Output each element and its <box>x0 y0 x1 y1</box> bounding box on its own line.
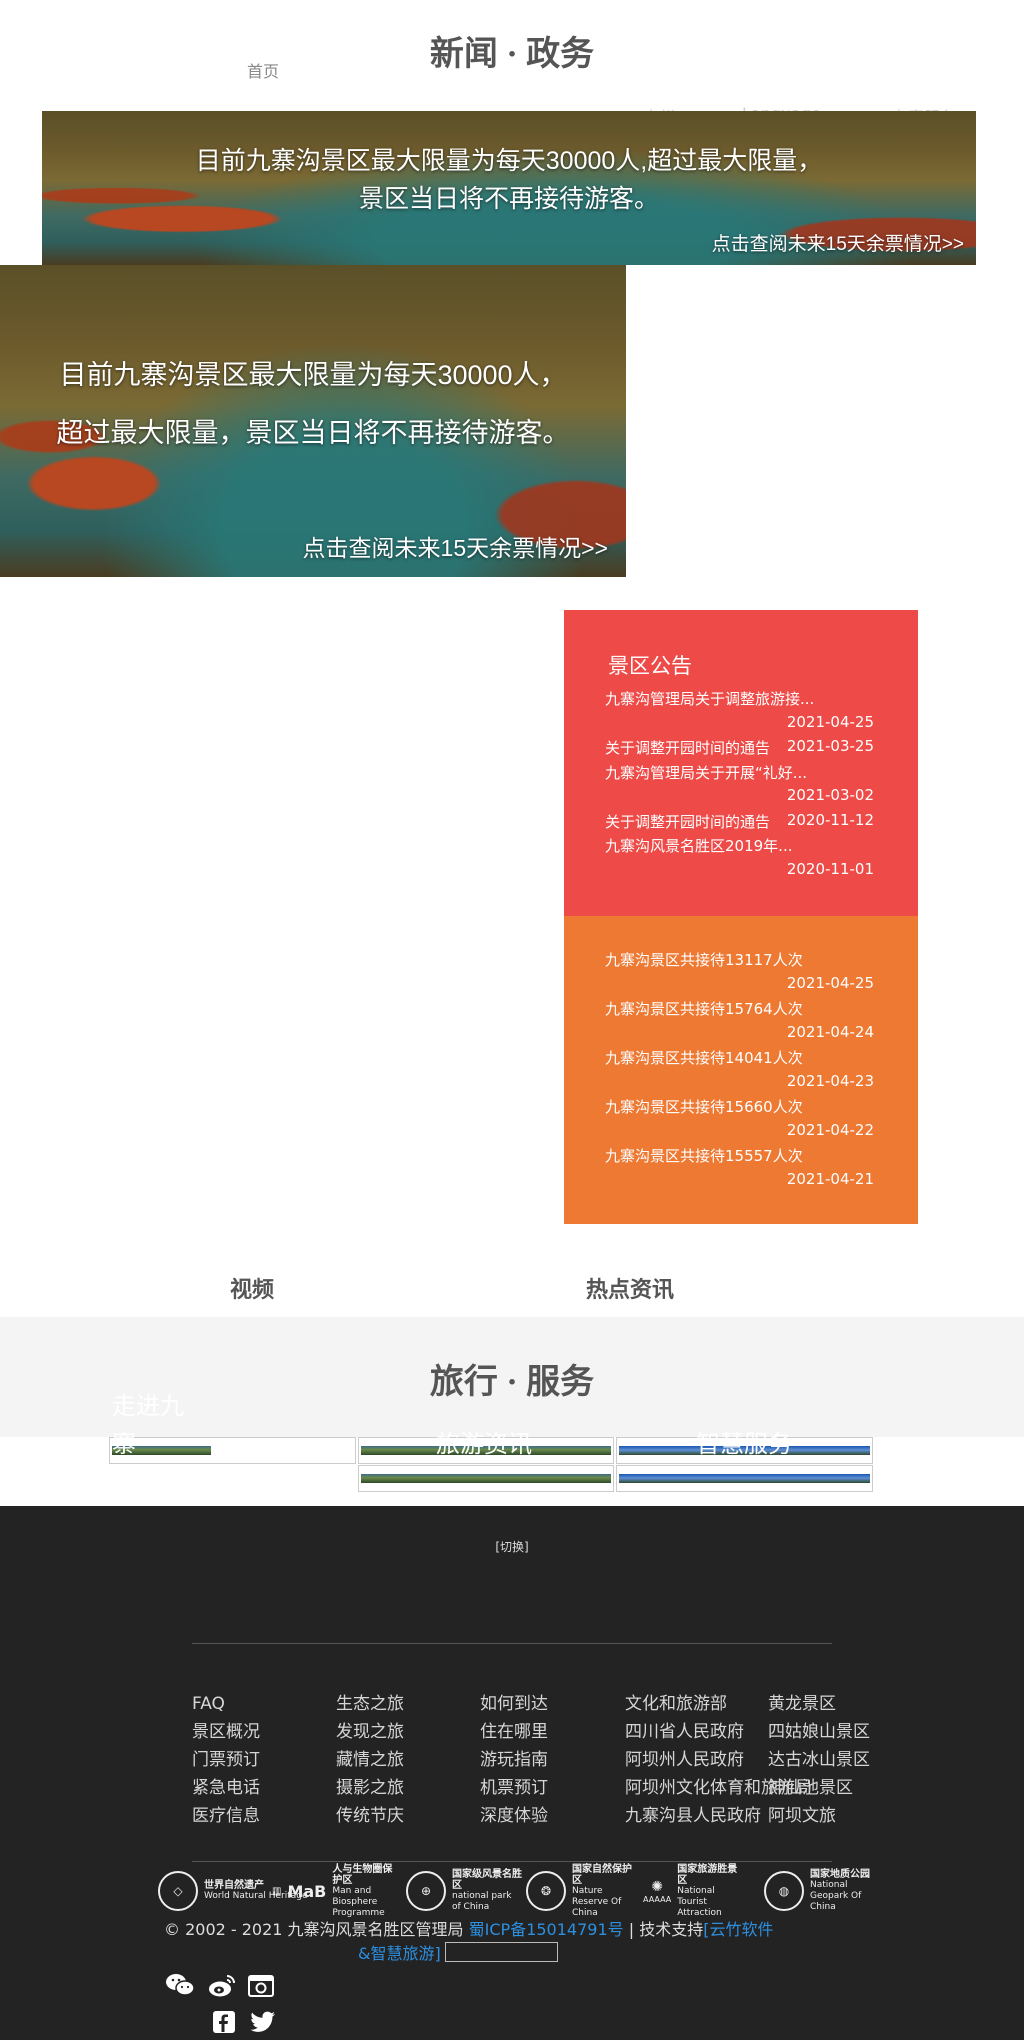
facebook-icon[interactable] <box>212 2010 236 2034</box>
footer-divider <box>192 1861 832 1862</box>
stats-item-title[interactable]: 九寨沟景区共接待15557人次 <box>605 1145 803 1166</box>
icp-link[interactable]: 蜀ICP备15014791号 <box>469 1920 624 1939</box>
geopark-logo: ◍ 国家地质公园 National Geopark Of China <box>764 1868 872 1914</box>
footer-link[interactable]: 达古冰山景区 <box>768 1746 870 1774</box>
banner-text-line2: 景区当日将不再接待游客。 <box>358 185 659 213</box>
nav-home-link[interactable]: 首页 <box>247 58 279 82</box>
tile-image <box>361 1474 611 1483</box>
footer-link[interactable]: 藏情之旅 <box>336 1746 404 1774</box>
footer-link[interactable]: 紧急电话 <box>192 1774 260 1802</box>
footer-link[interactable]: 住在哪里 <box>480 1718 548 1746</box>
tile-smart-service-2[interactable] <box>616 1465 873 1492</box>
toggle-link[interactable]: [切换] <box>0 1538 1024 1555</box>
national-park-seal-icon: ⊕ <box>406 1871 446 1911</box>
footer-link[interactable]: 游玩指南 <box>480 1746 548 1774</box>
notices-heading[interactable]: 景区公告 <box>608 650 692 680</box>
footer-link[interactable]: 神仙池景区 <box>768 1774 870 1802</box>
tile-explore-jiuzhai[interactable] <box>109 1437 356 1464</box>
footer-link[interactable]: 医疗信息 <box>192 1802 260 1830</box>
explore-jiuzhai-label: 走进九 <box>112 1394 184 1420</box>
footer-link[interactable]: 阿坝文旅 <box>768 1802 870 1830</box>
footer-col-help: FAQ 景区概况 门票预订 紧急电话 医疗信息 <box>192 1690 260 1830</box>
footer-col-guide: 如何到达 住在哪里 游玩指南 机票预订 深度体验 <box>480 1690 548 1830</box>
stats-item-date: 2021-04-21 <box>786 1170 874 1188</box>
tourist-attraction-logo: ✺ AAAAA 国家旅游胜景区 National Tourist Attracti… <box>643 1863 738 1918</box>
media-icon[interactable] <box>248 1972 274 1998</box>
stats-item-title[interactable]: 九寨沟景区共接待15660人次 <box>605 1096 803 1117</box>
footer-link[interactable]: 生态之旅 <box>336 1690 404 1718</box>
stats-item-title[interactable]: 九寨沟景区共接待14041人次 <box>605 1047 803 1068</box>
footer-link[interactable]: FAQ <box>192 1690 260 1718</box>
tourist-attraction-emblem-icon: ✺ <box>651 1878 663 1895</box>
notice-item-date: 2021-04-25 <box>786 713 874 731</box>
geopark-seal-icon: ◍ <box>764 1871 804 1911</box>
visitor-stats-panel: 九寨沟景区共接待13117人次 2021-04-25 九寨沟景区共接待15764… <box>564 916 918 1224</box>
national-park-logo: ⊕ 国家级风景名胜区 national park of China <box>406 1868 522 1914</box>
site-footer: [切换] FAQ 景区概况 门票预订 紧急电话 医疗信息 生态之旅 发现之旅 藏… <box>0 1506 1024 2040</box>
footer-link[interactable]: 如何到达 <box>480 1690 548 1718</box>
banner-text-line1: 目前九寨沟景区最大限量为每天30000人,超过最大限量， <box>195 147 823 175</box>
news-section-title: 新闻 · 政务 <box>429 36 595 73</box>
world-heritage-icon: ◇ <box>158 1871 198 1911</box>
explore-jiuzhai-label-cont: 寨 <box>112 1432 136 1458</box>
tech-support-link[interactable]: [云竹软件 <box>703 1920 773 1939</box>
notice-item-title[interactable]: 九寨沟风景名胜区2019年... <box>605 835 792 856</box>
stats-item-title[interactable]: 九寨沟景区共接待15764人次 <box>605 998 803 1019</box>
hot-news-section-title[interactable]: 热点资讯 <box>586 1272 674 1304</box>
tech-support-label: | 技术支持 <box>628 1920 704 1939</box>
copyright-line: © 2002 - 2021 九寨沟风景名胜区管理局 蜀ICP备15014791号… <box>164 1916 773 1940</box>
travel-info-label: 旅游资讯 <box>436 1432 532 1458</box>
mab-logo: ▥ MaB 人与生物圈保护区 Man and Biosphere Programm… <box>272 1863 393 1918</box>
footer-link[interactable]: 发现之旅 <box>336 1718 404 1746</box>
tile-travel-info-2[interactable] <box>358 1465 614 1492</box>
stats-item-title[interactable]: 九寨沟景区共接待13117人次 <box>605 949 803 970</box>
stats-item-date: 2021-04-24 <box>786 1023 874 1041</box>
footer-link[interactable]: 景区概况 <box>192 1718 260 1746</box>
ticket-limit-banner-main[interactable]: 目前九寨沟景区最大限量为每天30000人， 超过最大限量，景区当日将不再接待游客… <box>0 265 626 577</box>
footer-empty-box <box>445 1942 558 1962</box>
notice-item-date: 2021-03-02 <box>786 786 874 804</box>
tech-support-link-cont[interactable]: &智慧旅游] <box>358 1940 441 1964</box>
notice-item-date: 2020-11-12 <box>786 811 874 829</box>
footer-link[interactable]: 四姑娘山景区 <box>768 1718 870 1746</box>
footer-link[interactable]: 摄影之旅 <box>336 1774 404 1802</box>
footer-col-scenic: 黄龙景区 四姑娘山景区 达古冰山景区 神仙池景区 阿坝文旅 <box>768 1690 870 1830</box>
wechat-icon[interactable] <box>165 1972 195 1998</box>
stats-item-date: 2021-04-22 <box>786 1121 874 1139</box>
notice-item-title[interactable]: 关于调整开园时间的通告 <box>605 811 770 832</box>
footer-link[interactable]: 机票预订 <box>480 1774 548 1802</box>
footer-link[interactable]: 传统节庆 <box>336 1802 404 1830</box>
banner-main-line2: 超过最大限量，景区当日将不再接待游客。 <box>56 418 570 448</box>
nature-reserve-seal-icon: ❂ <box>526 1871 566 1911</box>
banner-main-line1: 目前九寨沟景区最大限量为每天30000人， <box>59 360 567 390</box>
footer-link[interactable]: 门票预订 <box>192 1746 260 1774</box>
video-section-title[interactable]: 视频 <box>230 1272 274 1304</box>
notice-item-title[interactable]: 九寨沟管理局关于开展“礼好... <box>605 762 807 783</box>
footer-col-tours: 生态之旅 发现之旅 藏情之旅 摄影之旅 传统节庆 <box>336 1690 404 1830</box>
smart-service-label: 智慧服务 <box>696 1432 792 1458</box>
notice-item-title[interactable]: 关于调整开园时间的通告 <box>605 737 770 758</box>
notice-item-date: 2021-03-25 <box>786 737 874 755</box>
ticket-availability-link-main[interactable]: 点击查阅未来15天余票情况>> <box>303 529 608 563</box>
notice-item-title[interactable]: 九寨沟管理局关于调整旅游接... <box>605 688 814 709</box>
footer-link[interactable]: 黄龙景区 <box>768 1690 870 1718</box>
footer-divider <box>192 1643 832 1644</box>
notice-item-date: 2020-11-01 <box>786 860 874 878</box>
copyright-text: © 2002 - 2021 九寨沟风景名胜区管理局 <box>164 1920 464 1939</box>
footer-link[interactable]: 深度体验 <box>480 1802 548 1830</box>
tile-image <box>619 1474 870 1483</box>
stats-item-date: 2021-04-25 <box>786 974 874 992</box>
nature-reserve-logo: ❂ 国家自然保护区 Nature Reserve Of China <box>526 1864 638 1918</box>
stats-item-date: 2021-04-23 <box>786 1072 874 1090</box>
twitter-icon[interactable] <box>250 2011 276 2033</box>
ticket-limit-banner-top[interactable]: 目前九寨沟景区最大限量为每天30000人,超过最大限量， 景区当日将不再接待游客… <box>42 111 976 265</box>
weibo-icon[interactable] <box>208 1974 236 1998</box>
scenic-notices-panel: 景区公告 九寨沟管理局关于调整旅游接... 2021-04-25 关于调整开园时… <box>564 610 918 916</box>
ticket-availability-link[interactable]: 点击查阅未来15天余票情况>> <box>712 229 964 256</box>
unesco-temple-icon: ▥ <box>272 1885 282 1897</box>
